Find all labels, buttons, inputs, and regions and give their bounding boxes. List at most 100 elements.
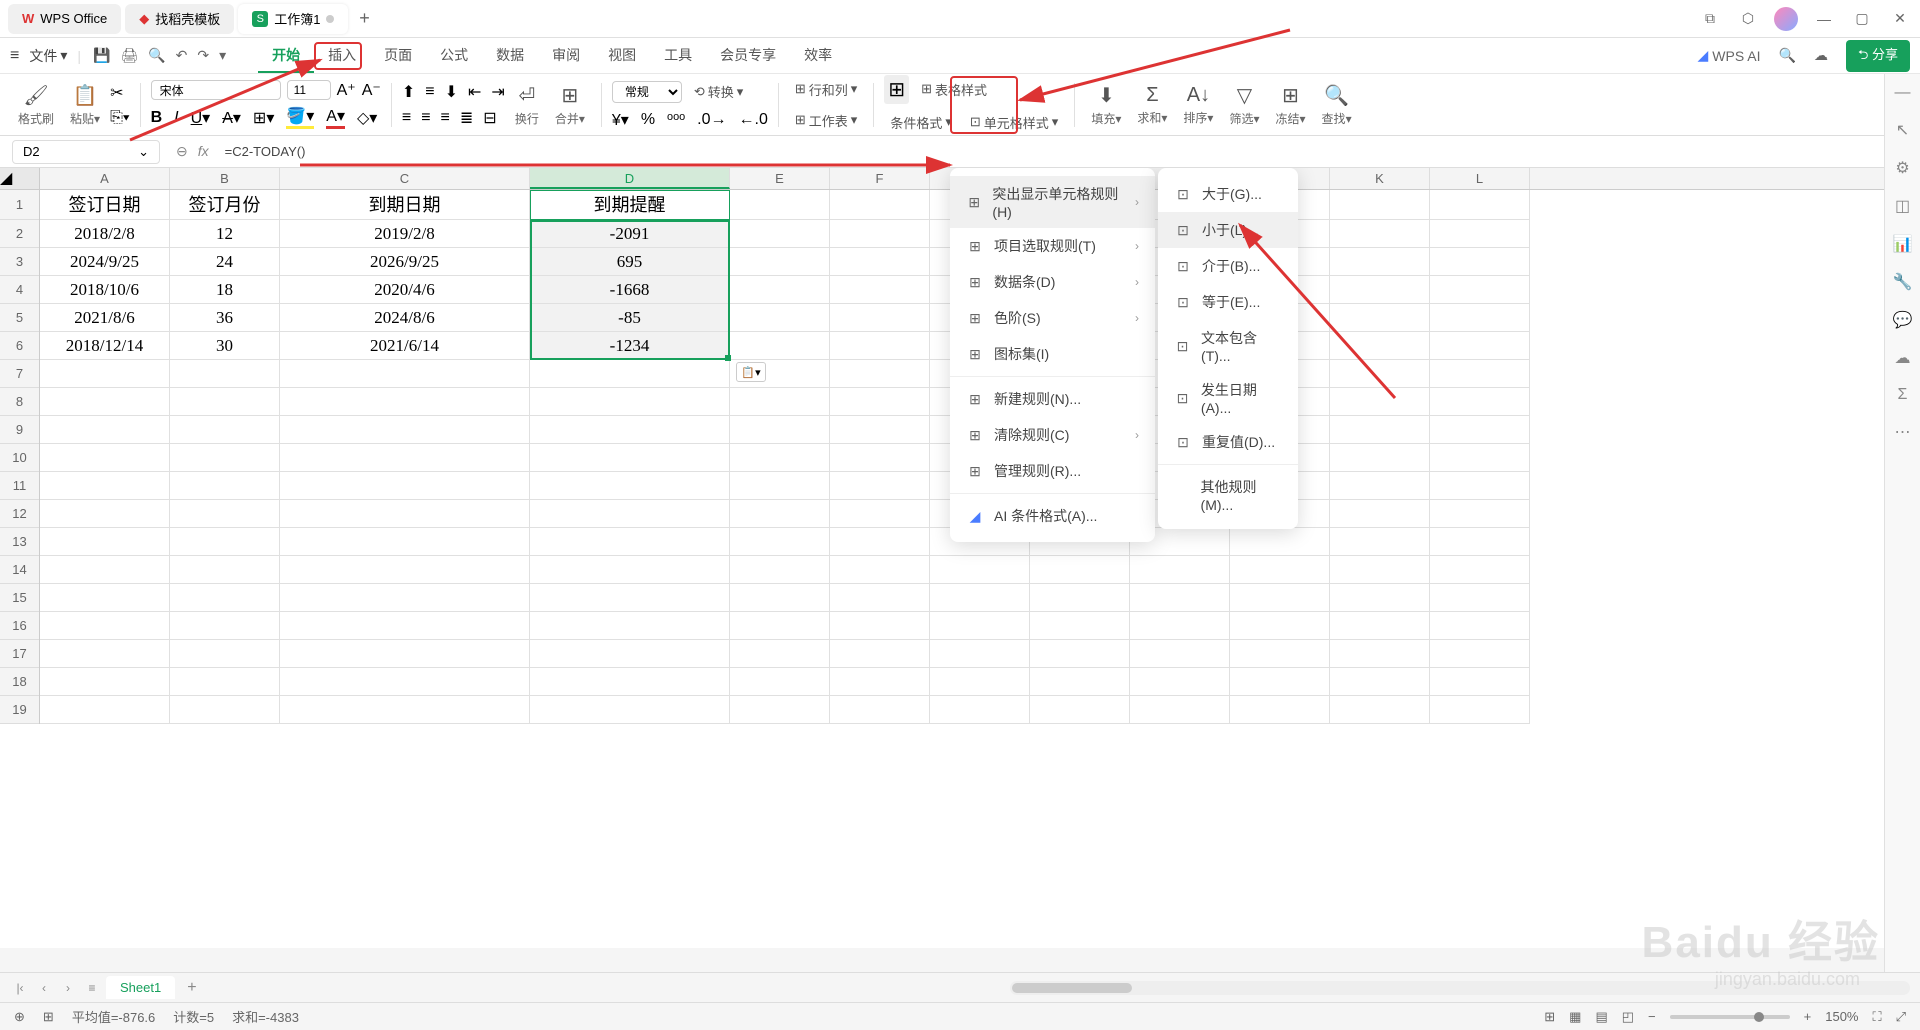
cell-C4[interactable]: 2020/4/6 [280, 276, 530, 304]
cell-B9[interactable] [170, 416, 280, 444]
cancel-formula-icon[interactable]: ⊖ [176, 143, 188, 160]
cell-K10[interactable] [1330, 444, 1430, 472]
comment-icon[interactable]: 💬 [1893, 310, 1913, 330]
cursor-icon[interactable]: ↖ [1896, 120, 1909, 140]
cell-D4[interactable]: -1668 [530, 276, 730, 304]
cell-B2[interactable]: 12 [170, 220, 280, 248]
cell-E5[interactable] [730, 304, 830, 332]
cell-K1[interactable] [1330, 190, 1430, 220]
distribute-icon[interactable]: ⊟ [483, 108, 496, 128]
worksheet-button[interactable]: ⊞ 工作表▾ [789, 108, 863, 133]
italic-icon[interactable]: I [174, 109, 178, 127]
col-header-L[interactable]: L [1430, 168, 1530, 189]
row-header-9[interactable]: 9 [0, 416, 39, 444]
col-header-K[interactable]: K [1330, 168, 1430, 189]
cell-J16[interactable] [1230, 612, 1330, 640]
strikethrough-icon[interactable]: A▾ [222, 108, 241, 128]
cell-D18[interactable] [530, 668, 730, 696]
cell-F1[interactable] [830, 190, 930, 220]
dropdown-item[interactable]: ⊞图标集(I) [950, 336, 1155, 372]
align-left-icon[interactable]: ≡ [402, 109, 411, 127]
cond-format-button[interactable]: 条件格式▾ [884, 110, 958, 135]
zoom-fit-icon[interactable]: ⛶ [1872, 1009, 1881, 1025]
fx-icon[interactable]: fx [198, 143, 209, 160]
row-header-16[interactable]: 16 [0, 612, 39, 640]
cell-B1[interactable]: 签订月份 [170, 190, 280, 220]
row-header-8[interactable]: 8 [0, 388, 39, 416]
table-style-button[interactable]: ⊞ 表格样式 [915, 77, 993, 102]
copy-icon[interactable]: ⎘▾ [110, 109, 130, 127]
cell-L10[interactable] [1430, 444, 1530, 472]
row-header-4[interactable]: 4 [0, 276, 39, 304]
sort-group[interactable]: A↓排序▾ [1177, 84, 1219, 126]
cell-I14[interactable] [1130, 556, 1230, 584]
cell-J17[interactable] [1230, 640, 1330, 668]
cell-C9[interactable] [280, 416, 530, 444]
cell-A11[interactable] [40, 472, 170, 500]
cell-K18[interactable] [1330, 668, 1430, 696]
cell-E16[interactable] [730, 612, 830, 640]
cell-D2[interactable]: -2091 [530, 220, 730, 248]
cell-E3[interactable] [730, 248, 830, 276]
horizontal-scrollbar[interactable]: ▸ [1010, 981, 1910, 995]
cell-B16[interactable] [170, 612, 280, 640]
row-header-7[interactable]: 7 [0, 360, 39, 388]
zoom-level[interactable]: 150% [1825, 1009, 1858, 1024]
sum-group[interactable]: Σ求和▾ [1131, 84, 1173, 126]
cell-J14[interactable] [1230, 556, 1330, 584]
cell-E10[interactable] [730, 444, 830, 472]
cell-C16[interactable] [280, 612, 530, 640]
cell-I17[interactable] [1130, 640, 1230, 668]
indent-left-icon[interactable]: ⇤ [468, 82, 481, 102]
cell-B8[interactable] [170, 388, 280, 416]
cell-L13[interactable] [1430, 528, 1530, 556]
row-header-3[interactable]: 3 [0, 248, 39, 276]
menu-tab-9[interactable]: 效率 [790, 39, 846, 73]
font-size-select[interactable] [287, 80, 331, 100]
row-header-5[interactable]: 5 [0, 304, 39, 332]
cell-H15[interactable] [1030, 584, 1130, 612]
sheet-tab-1[interactable]: Sheet1 [106, 976, 175, 999]
save-icon[interactable]: 💾 [93, 47, 110, 64]
cell-K12[interactable] [1330, 500, 1430, 528]
row-header-10[interactable]: 10 [0, 444, 39, 472]
cell-E13[interactable] [730, 528, 830, 556]
dropdown-item[interactable]: ⊡大于(G)... [1158, 176, 1298, 212]
cell-C13[interactable] [280, 528, 530, 556]
cell-D14[interactable] [530, 556, 730, 584]
paste-options-button[interactable]: 📋▾ [736, 362, 766, 382]
cell-E2[interactable] [730, 220, 830, 248]
align-right-icon[interactable]: ≡ [441, 109, 450, 127]
tools-icon[interactable]: 🔧 [1893, 272, 1913, 292]
menu-tab-1[interactable]: 插入 [314, 39, 370, 73]
cell-F11[interactable] [830, 472, 930, 500]
sum-side-icon[interactable]: Σ [1898, 386, 1908, 404]
view-normal-icon[interactable]: ⊞ [1544, 1009, 1555, 1025]
cell-A12[interactable] [40, 500, 170, 528]
cell-E19[interactable] [730, 696, 830, 724]
cell-K7[interactable] [1330, 360, 1430, 388]
cell-C2[interactable]: 2019/2/8 [280, 220, 530, 248]
cell-E9[interactable] [730, 416, 830, 444]
row-header-18[interactable]: 18 [0, 668, 39, 696]
tab-workbook[interactable]: S 工作簿1 [238, 4, 348, 34]
row-header-17[interactable]: 17 [0, 640, 39, 668]
tab-wps-office[interactable]: W WPS Office [8, 4, 121, 34]
cell-E17[interactable] [730, 640, 830, 668]
cell-K11[interactable] [1330, 472, 1430, 500]
search-icon[interactable]: 🔍 [1779, 47, 1796, 64]
cell-F8[interactable] [830, 388, 930, 416]
cell-K16[interactable] [1330, 612, 1430, 640]
formula-input[interactable]: =C2-TODAY() [217, 141, 1897, 162]
col-header-B[interactable]: B [170, 168, 280, 189]
cell-D17[interactable] [530, 640, 730, 668]
row-header-12[interactable]: 12 [0, 500, 39, 528]
menu-tab-3[interactable]: 公式 [426, 39, 482, 73]
cell-A8[interactable] [40, 388, 170, 416]
print-icon[interactable]: 🖨 [120, 47, 138, 64]
cell-A14[interactable] [40, 556, 170, 584]
align-top-icon[interactable]: ⬆ [402, 82, 415, 102]
col-header-E[interactable]: E [730, 168, 830, 189]
decrease-font-icon[interactable]: A⁻ [362, 80, 381, 100]
dropdown-item[interactable]: ⊞色阶(S)› [950, 300, 1155, 336]
